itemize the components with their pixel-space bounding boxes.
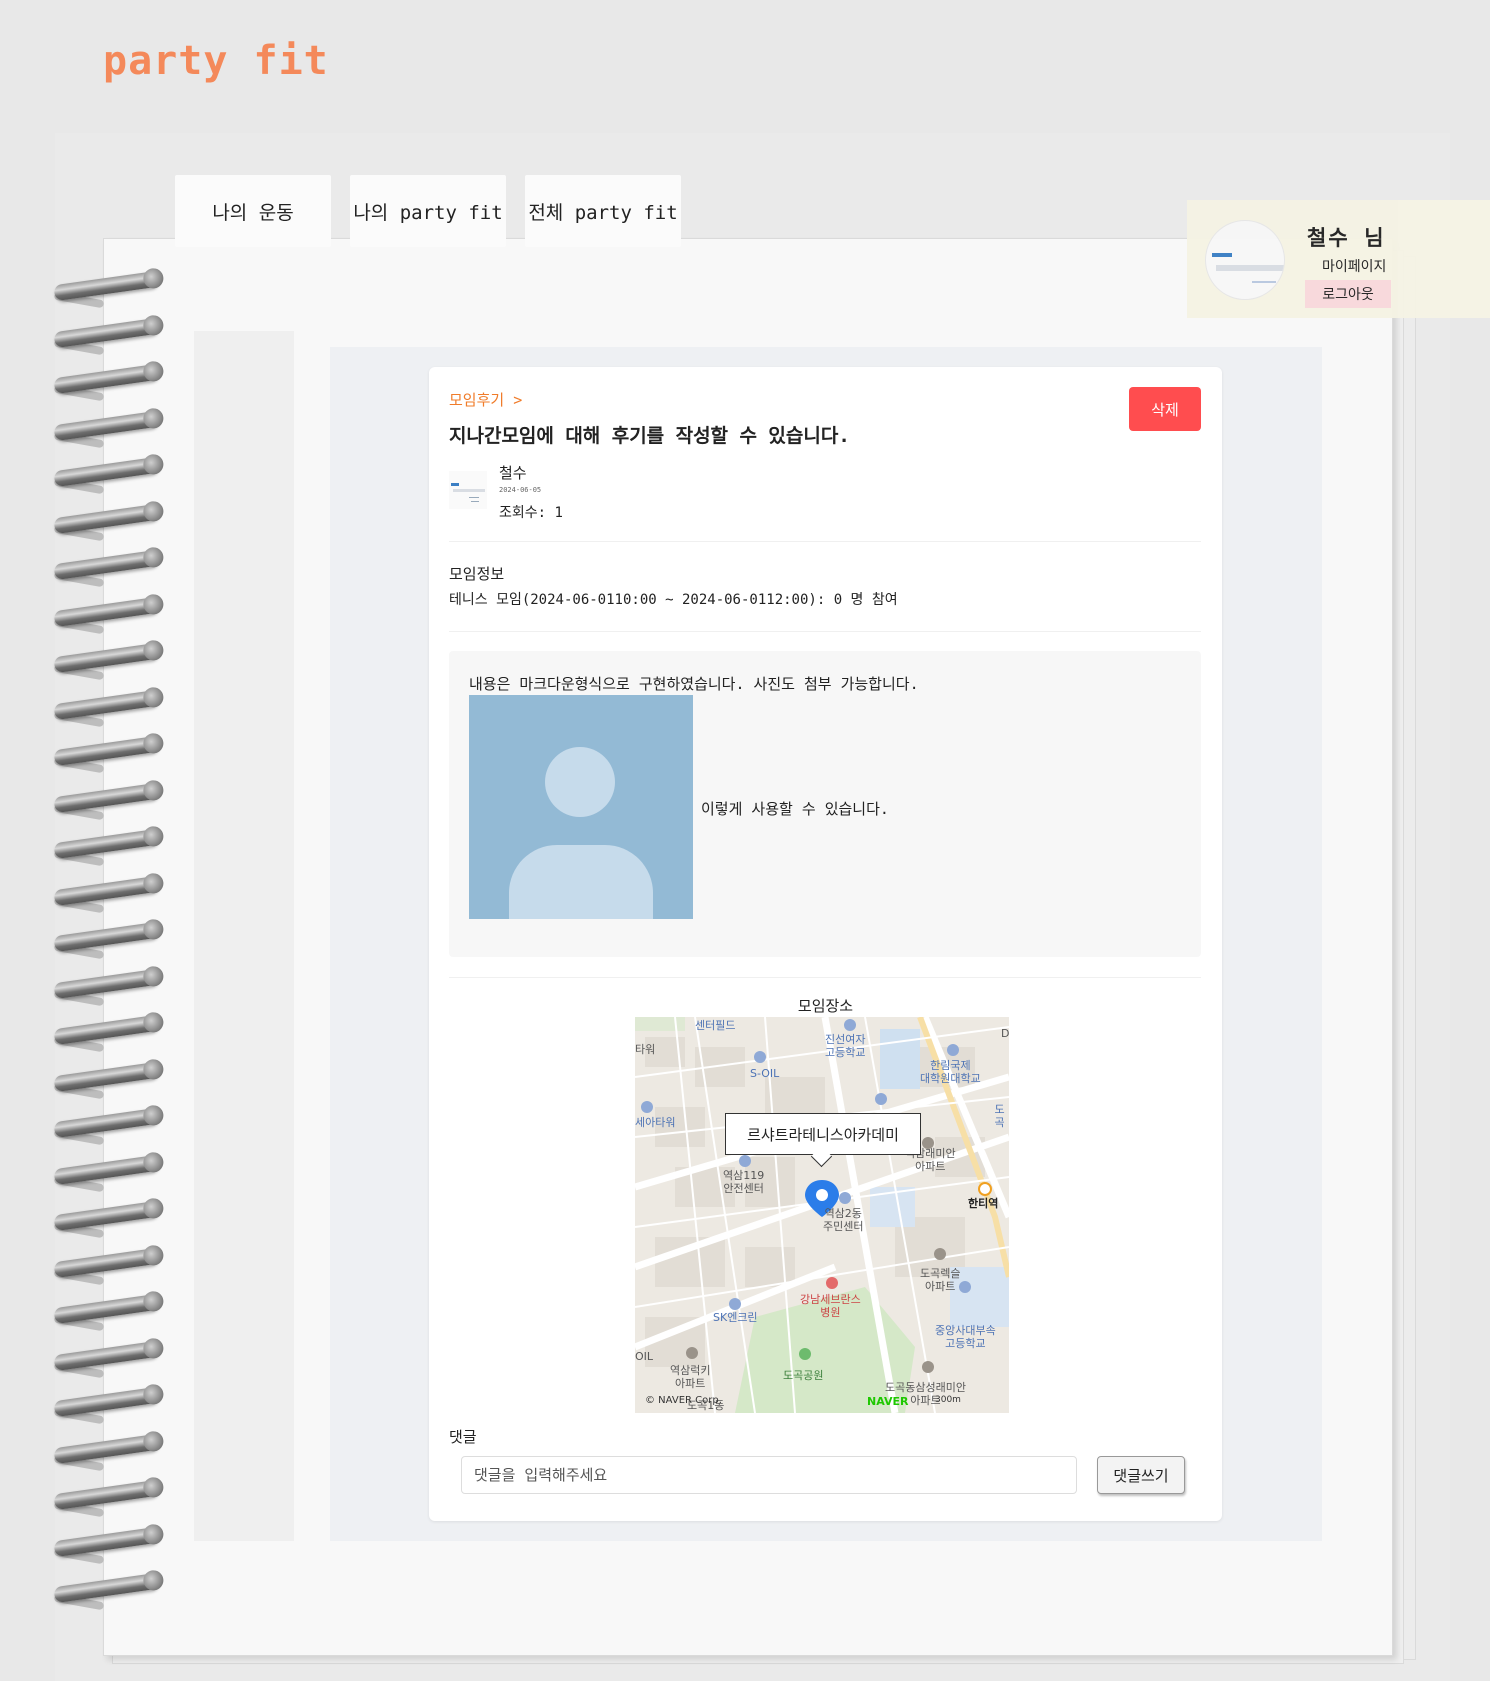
map-label: 역삼럭키 아파트 — [670, 1364, 711, 1390]
map-label: 중앙사대부속 고등학교 — [935, 1324, 996, 1350]
logout-button[interactable]: 로그아웃 — [1305, 280, 1391, 308]
divider — [449, 631, 1201, 632]
map-scale: 300m — [935, 1395, 961, 1405]
naver-logo[interactable]: NAVER — [867, 1395, 908, 1408]
profile-card: 철수 님 마이페이지 로그아웃 — [1187, 200, 1490, 318]
author-name: 철수 — [499, 464, 527, 482]
person-body-shape — [509, 845, 653, 919]
map-marker-tooltip: 르샤트라테니스아카데미 — [725, 1113, 921, 1155]
breadcrumb[interactable]: 모임후기 > — [449, 389, 522, 410]
brand-logo[interactable]: party fit — [103, 38, 329, 84]
person-head-shape — [545, 747, 615, 817]
map-label: OIL — [635, 1350, 654, 1363]
attached-image-placeholder — [469, 695, 693, 919]
map-label: D — [1001, 1027, 1009, 1040]
author-avatar — [449, 471, 487, 509]
tab-my-exercise[interactable]: 나의 운동 — [175, 175, 331, 247]
post-date: 2024-06-05 — [499, 486, 542, 494]
map-label: 세아타워 — [635, 1116, 676, 1129]
map-label: 역삼119 안전센터 — [723, 1169, 765, 1195]
divider — [449, 977, 1201, 978]
tab-all-party-fit[interactable]: 전체 party fit — [525, 175, 681, 247]
tab-my-party-fit[interactable]: 나의 party fit — [350, 175, 506, 247]
map-label: 도곡 — [994, 1103, 1005, 1129]
map-label: 역삼2동 주민센터 — [823, 1207, 864, 1233]
post-content: 내용은 마크다운형식으로 구현하였습니다. 사진도 첨부 가능합니다. 이렇게 … — [449, 651, 1201, 957]
sidebar-panel — [194, 331, 294, 1541]
user-name: 철수 님 — [1307, 226, 1386, 250]
meeting-info-label: 모임정보 — [449, 565, 505, 583]
avatar[interactable] — [1205, 220, 1285, 300]
map-label-station: 한티역 — [968, 1197, 999, 1210]
divider — [449, 541, 1201, 542]
map-label: 도곡공원 — [783, 1369, 824, 1382]
content-text-after-image: 이렇게 사용할 수 있습니다. — [701, 800, 889, 818]
map-label: 진선여자 고등학교 — [825, 1033, 866, 1059]
comment-submit-button[interactable]: 댓글쓰기 — [1097, 1456, 1185, 1494]
map-label: S-OIL — [750, 1067, 780, 1080]
mypage-link[interactable]: 마이페이지 — [1322, 256, 1386, 276]
map-title: 모임장소 — [797, 997, 854, 1015]
map-label: 한림국제 대학원대학교 — [920, 1059, 981, 1085]
meeting-info: 테니스 모임(2024-06-0110:00 ~ 2024-06-0112:00… — [449, 592, 898, 608]
map-copyright: © NAVER Corp. — [645, 1395, 722, 1406]
comment-input[interactable] — [461, 1456, 1077, 1494]
delete-button[interactable]: 삭제 — [1129, 387, 1201, 431]
map-label: 강남세브란스 병원 — [800, 1293, 861, 1319]
post-title: 지나간모임에 대해 후기를 작성할 수 있습니다. — [449, 425, 850, 447]
comments-label: 댓글 — [449, 1428, 477, 1446]
map-label: 타워 — [635, 1043, 656, 1056]
content-text: 내용은 마크다운형식으로 구현하였습니다. 사진도 첨부 가능합니다. — [469, 675, 919, 693]
location-map[interactable]: 센터필드 진선여자 고등학교 한림국제 대학원대학교 S-OIL 세아타워 타워… — [635, 1017, 1009, 1413]
view-count: 조회수: 1 — [499, 505, 563, 521]
map-label: 센터필드 — [695, 1019, 736, 1032]
post-detail-card: 모임후기 > 삭제 지나간모임에 대해 후기를 작성할 수 있습니다. 철수 2… — [429, 367, 1222, 1521]
map-label: SK엔크린 — [713, 1311, 758, 1324]
map-label: 도곡렉슬 아파트 — [920, 1267, 961, 1293]
